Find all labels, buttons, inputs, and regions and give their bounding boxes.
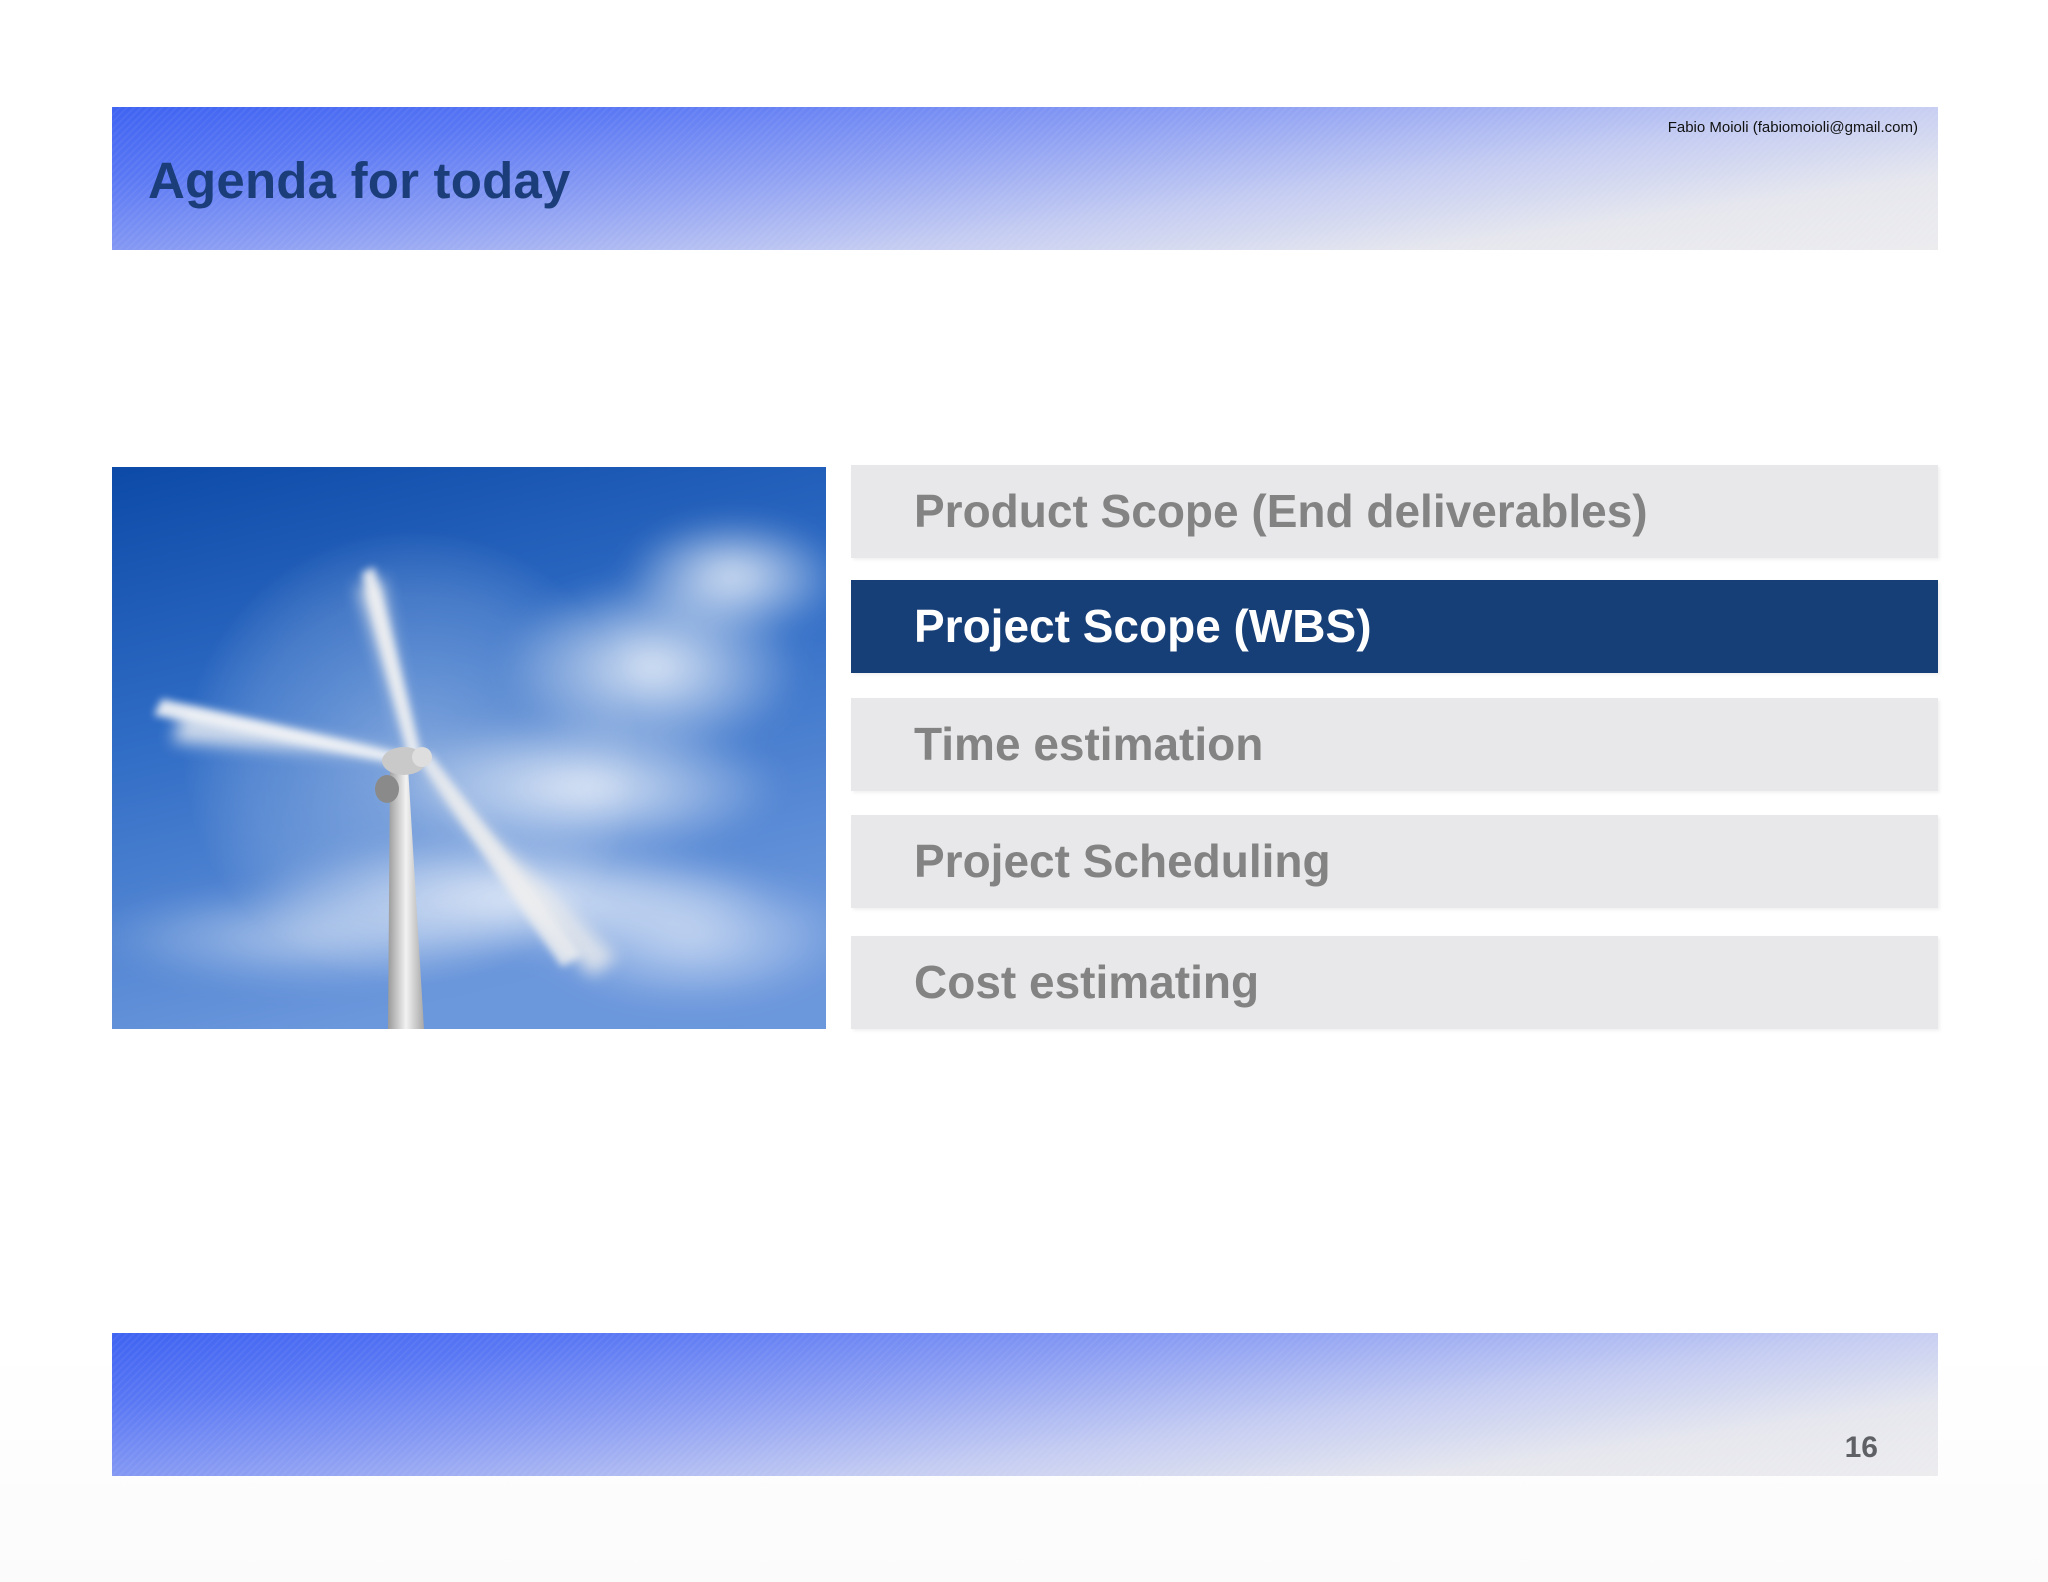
agenda-item-label: Project Scheduling bbox=[914, 835, 1331, 887]
agenda-item-label: Project Scope (WBS) bbox=[914, 600, 1372, 652]
author-credit: Fabio Moioli (fabiomoioli@gmail.com) bbox=[1667, 119, 1918, 136]
slide-title: Agenda for today bbox=[148, 152, 571, 209]
agenda-item-time-estimation: Time estimation bbox=[851, 698, 1938, 791]
header-band: Fabio Moioli (fabiomoioli@gmail.com) Age… bbox=[112, 107, 1938, 250]
agenda-item-label: Time estimation bbox=[914, 718, 1264, 770]
agenda-item-label: Cost estimating bbox=[914, 956, 1260, 1008]
agenda-item-label: Product Scope (End deliverables) bbox=[914, 485, 1648, 537]
page-number: 16 bbox=[1844, 1431, 1878, 1464]
agenda-list: Product Scope (End deliverables) Project… bbox=[851, 465, 1938, 1030]
footer-band: 16 bbox=[112, 1333, 1938, 1476]
slide: Fabio Moioli (fabiomoioli@gmail.com) Age… bbox=[0, 0, 2048, 1582]
agenda-item-project-scope: Project Scope (WBS) bbox=[851, 580, 1938, 673]
agenda-item-project-scheduling: Project Scheduling bbox=[851, 815, 1938, 908]
wind-turbine-photo bbox=[112, 467, 826, 1029]
agenda-item-product-scope: Product Scope (End deliverables) bbox=[851, 465, 1938, 558]
agenda-item-cost-estimating: Cost estimating bbox=[851, 936, 1938, 1029]
